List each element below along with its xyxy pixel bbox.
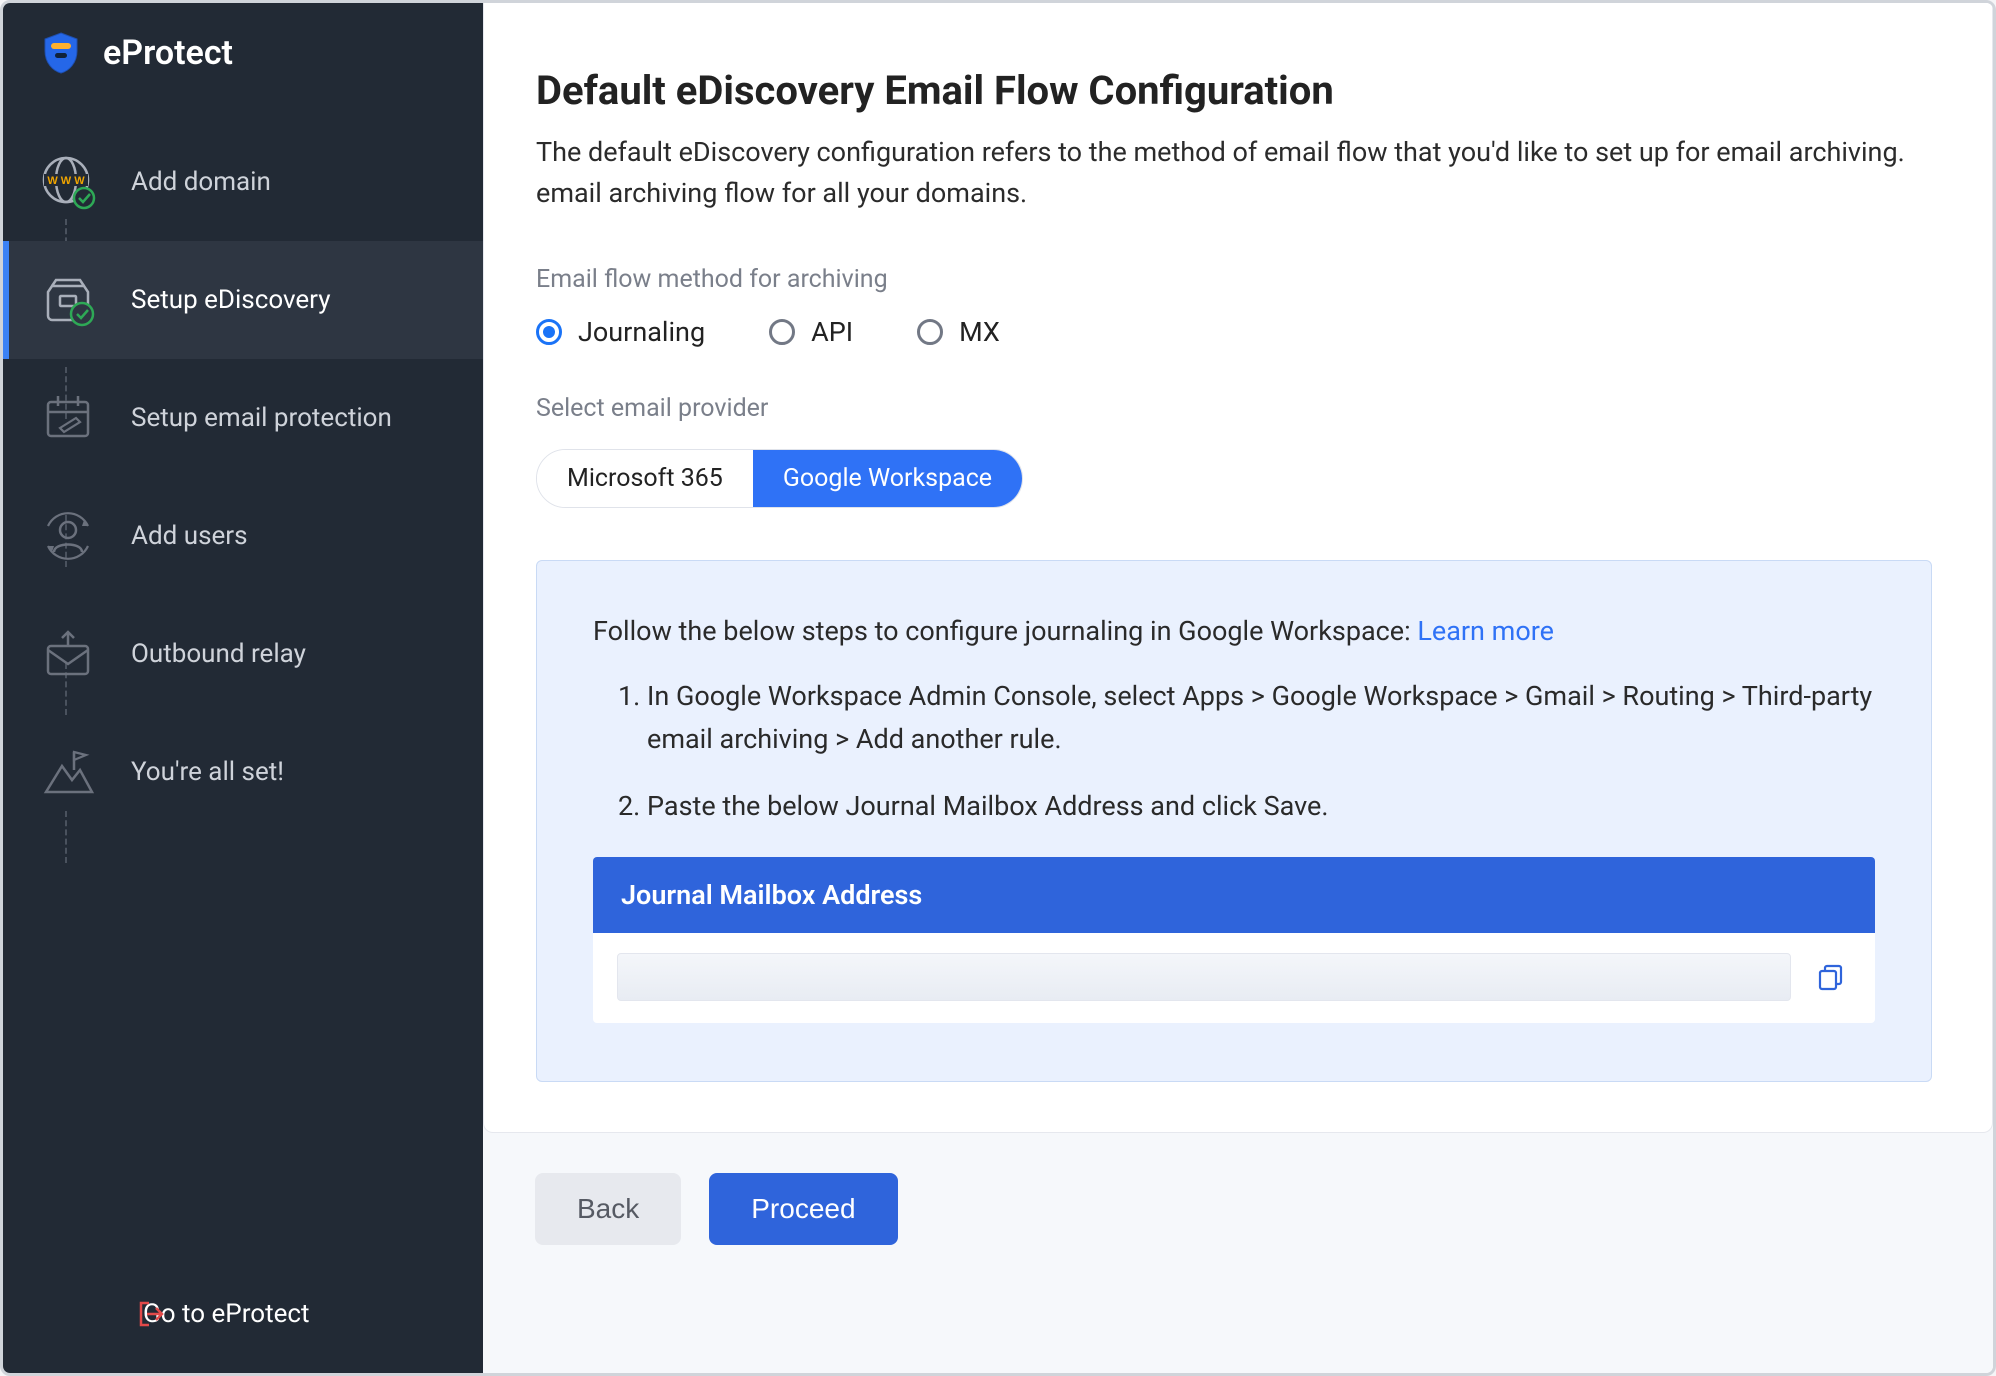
copy-icon <box>1816 962 1846 992</box>
back-button[interactable]: Back <box>535 1173 681 1245</box>
globe-www-icon: W W W <box>37 151 99 213</box>
provider-label: Select email provider <box>536 394 1932 423</box>
radio-icon <box>536 319 562 345</box>
mountain-flag-icon <box>37 741 99 803</box>
sidebar-item-add-users[interactable]: Add users <box>3 477 483 595</box>
page-description: The default eDiscovery configuration ref… <box>536 132 1932 213</box>
sidebar-item-outbound-relay[interactable]: Outbound relay <box>3 595 483 713</box>
user-sync-icon <box>37 505 99 567</box>
sidebar-item-setup-ediscovery[interactable]: Setup eDiscovery <box>3 241 483 359</box>
radio-label: Journaling <box>578 316 705 348</box>
sidebar-nav: W W W Add domain S <box>3 123 483 1263</box>
provider-option-google-workspace[interactable]: Google Workspace <box>753 450 1022 507</box>
radio-icon <box>769 319 795 345</box>
sidebar: eProtect W W W <box>3 3 483 1373</box>
app-frame: eProtect W W W <box>0 0 1996 1376</box>
email-flow-option-mx[interactable]: MX <box>917 316 1000 348</box>
journaling-instructions-box: Follow the below steps to configure jour… <box>536 560 1932 1082</box>
brand: eProtect <box>3 3 483 103</box>
sidebar-item-setup-email-protection[interactable]: Setup email protection <box>3 359 483 477</box>
radio-label: API <box>811 316 853 348</box>
sidebar-item-add-domain[interactable]: W W W Add domain <box>3 123 483 241</box>
sidebar-item-label: Outbound relay <box>131 639 306 669</box>
main: Default eDiscovery Email Flow Configurat… <box>483 3 1993 1373</box>
instruction-step: Paste the below Journal Mailbox Address … <box>647 785 1875 828</box>
journal-mailbox-body <box>593 933 1875 1023</box>
svg-text:W W W: W W W <box>47 175 85 187</box>
email-flow-option-api[interactable]: API <box>769 316 853 348</box>
provider-option-microsoft365[interactable]: Microsoft 365 <box>537 450 753 507</box>
sidebar-item-label: You're all set! <box>131 757 284 787</box>
email-flow-option-journaling[interactable]: Journaling <box>536 316 705 348</box>
proceed-button[interactable]: Proceed <box>709 1173 897 1245</box>
instructions-list: In Google Workspace Admin Console, selec… <box>593 675 1875 829</box>
exit-icon <box>137 1299 167 1329</box>
sidebar-item-label: Setup email protection <box>131 403 392 433</box>
journal-mailbox-card: Journal Mailbox Address <box>593 857 1875 1023</box>
calendar-edit-icon <box>37 387 99 449</box>
archive-check-icon <box>37 269 99 331</box>
page-title: Default eDiscovery Email Flow Configurat… <box>536 67 1932 114</box>
instructions-lead: Follow the below steps to configure jour… <box>593 615 1875 647</box>
learn-more-link[interactable]: Learn more <box>1417 615 1554 647</box>
radio-label: MX <box>959 316 1000 348</box>
journal-mailbox-address-field[interactable] <box>617 953 1791 1001</box>
sidebar-item-label: Setup eDiscovery <box>131 285 331 315</box>
email-flow-label: Email flow method for archiving <box>536 265 1932 294</box>
mail-out-icon <box>37 623 99 685</box>
brand-name: eProtect <box>103 33 233 73</box>
footer-actions: Back Proceed <box>483 1133 1993 1285</box>
email-flow-radio-group: Journaling API MX <box>536 316 1932 348</box>
provider-segmented-control: Microsoft 365 Google Workspace <box>536 449 1023 508</box>
sidebar-item-label: Add users <box>131 521 248 551</box>
journal-mailbox-header: Journal Mailbox Address <box>593 857 1875 933</box>
content-panel: Default eDiscovery Email Flow Configurat… <box>483 3 1993 1133</box>
go-to-eprotect-label: Go to eProtect <box>143 1299 310 1329</box>
brand-shield-icon <box>39 31 83 75</box>
sidebar-item-all-set[interactable]: You're all set! <box>3 713 483 831</box>
copy-button[interactable] <box>1811 957 1851 997</box>
go-to-eprotect-link[interactable]: Go to eProtect <box>3 1263 483 1373</box>
sidebar-item-label: Add domain <box>131 167 271 197</box>
instruction-step: In Google Workspace Admin Console, selec… <box>647 675 1875 761</box>
radio-icon <box>917 319 943 345</box>
